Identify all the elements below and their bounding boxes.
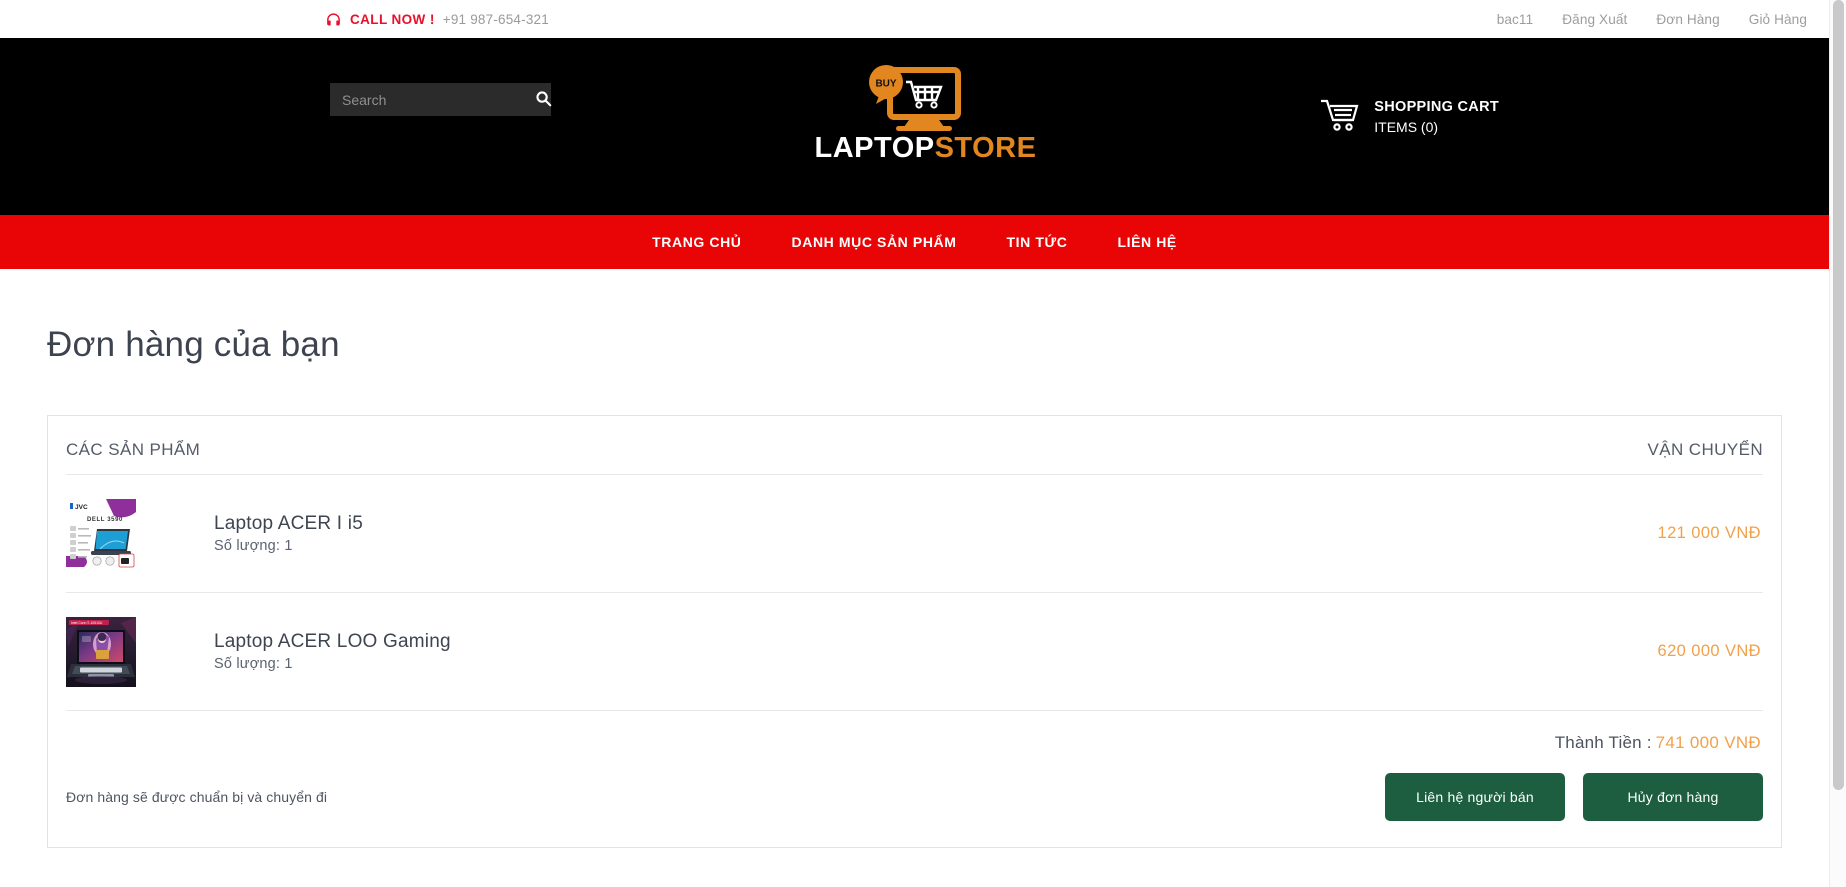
topnav-orders[interactable]: Đơn Hàng: [1656, 12, 1719, 27]
nav-item-contact[interactable]: LIÊN HỆ: [1113, 234, 1180, 250]
logo-wordmark: LAPTOPSTORE: [814, 132, 1036, 164]
vertical-scrollbar[interactable]: [1829, 0, 1846, 887]
call-now-label: CALL NOW !: [350, 11, 435, 27]
order-total-value: 741 000 VNĐ: [1655, 733, 1761, 752]
topnav-logout[interactable]: Đăng Xuất: [1562, 12, 1627, 27]
site-logo[interactable]: BUY LAPTOPSTORE: [814, 60, 1036, 164]
site-header: BUY LAPTOPSTORE: [0, 38, 1829, 215]
order-item-name: Laptop ACER LOO Gaming: [214, 630, 451, 652]
order-item-row: JVC DELL 3590 Laptop ACER I i5 Số lượng:…: [66, 475, 1763, 593]
order-item-quantity: Số lượng: 1: [214, 538, 293, 555]
order-total-label: Thành Tiền :: [1554, 733, 1652, 752]
order-footer-row: Đơn hàng sẽ được chuẩn bị và chuyển đi L…: [66, 763, 1763, 847]
search-box[interactable]: [330, 83, 552, 116]
svg-text:JVC: JVC: [75, 504, 88, 511]
logo-text-secondary: STORE: [934, 132, 1037, 164]
headset-icon: [325, 12, 342, 29]
order-item-quantity: Số lượng: 1: [214, 656, 293, 673]
acer-gaming-laptop-thumbnail: Intel Core i7-10510U: [66, 616, 136, 687]
order-item-price: 121 000 VNĐ: [1657, 524, 1761, 542]
shopping-cart-widget[interactable]: SHOPPING CART ITEMS (0): [1320, 98, 1499, 136]
order-status-note: Đơn hàng sẽ được chuẩn bị và chuyển đi: [66, 789, 328, 805]
order-item-info: Laptop ACER I i5 Số lượng: 1: [136, 513, 1658, 555]
order-actions: Liên hệ người bán Hủy đơn hàng: [1385, 773, 1763, 821]
svg-text:BUY: BUY: [875, 79, 896, 90]
laptop-cart-logo-icon: BUY: [815, 60, 1015, 132]
call-now-block: CALL NOW ! +91 987-654-321: [325, 11, 549, 28]
column-header-shipping: VẬN CHUYỂN: [1647, 440, 1763, 459]
page-content: CALL NOW ! +91 987-654-321 bac11 Đăng Xu…: [0, 0, 1829, 887]
browser-viewport: CALL NOW ! +91 987-654-321 bac11 Đăng Xu…: [0, 0, 1846, 887]
order-card-header: CÁC SẢN PHẨM VẬN CHUYỂN: [66, 416, 1763, 475]
main-content: Đơn hàng của bạn CÁC SẢN PHẨM VẬN CHUYỂN: [0, 325, 1829, 848]
nav-item-categories[interactable]: DANH MỤC SẢN PHẨM: [788, 234, 961, 250]
order-total-row: Thành Tiền : 741 000 VNĐ: [66, 711, 1763, 763]
shopping-cart-icon: [1320, 98, 1360, 136]
cancel-order-button[interactable]: Hủy đơn hàng: [1583, 773, 1763, 821]
cart-label-group: SHOPPING CART ITEMS (0): [1374, 98, 1499, 136]
topnav-cart[interactable]: Giỏ Hàng: [1749, 12, 1807, 27]
column-header-products: CÁC SẢN PHẨM: [66, 440, 201, 459]
svg-text:DELL 3590: DELL 3590: [87, 517, 123, 523]
main-navigation: TRANG CHỦ DANH MỤC SẢN PHẨM TIN TỨC LIÊN…: [0, 215, 1829, 269]
order-card: CÁC SẢN PHẨM VẬN CHUYỂN JVC DELL 3590 La…: [47, 415, 1782, 848]
cart-title: SHOPPING CART: [1374, 99, 1499, 115]
order-item-info: Laptop ACER LOO Gaming Số lượng: 1: [136, 631, 1658, 673]
order-item-name: Laptop ACER I i5: [214, 512, 363, 534]
order-item-price: 620 000 VNĐ: [1657, 642, 1761, 660]
topnav-username[interactable]: bac11: [1497, 12, 1534, 27]
cart-items-count: ITEMS (0): [1374, 118, 1439, 135]
dell-3590-laptop-thumbnail: JVC DELL 3590: [66, 498, 136, 569]
utility-topbar: CALL NOW ! +91 987-654-321 bac11 Đăng Xu…: [0, 0, 1829, 38]
nav-item-home[interactable]: TRANG CHỦ: [648, 234, 745, 250]
page-title: Đơn hàng của bạn: [47, 325, 340, 364]
order-item-row: Intel Core i7-10510U Laptop ACER LOO Gam…: [66, 593, 1763, 711]
search-input[interactable]: [330, 83, 535, 116]
search-button[interactable]: [535, 83, 552, 116]
nav-item-news[interactable]: TIN TỨC: [1003, 234, 1072, 250]
contact-seller-button[interactable]: Liên hệ người bán: [1385, 773, 1565, 821]
scrollbar-thumb[interactable]: [1833, 0, 1844, 790]
top-utility-nav: bac11 Đăng Xuất Đơn Hàng Giỏ Hàng: [1497, 12, 1807, 27]
svg-text:Intel Core i7-10510U: Intel Core i7-10510U: [71, 621, 103, 625]
logo-text-primary: LAPTOP: [814, 132, 935, 164]
call-now-number: +91 987-654-321: [442, 11, 549, 27]
search-icon: [535, 90, 552, 110]
